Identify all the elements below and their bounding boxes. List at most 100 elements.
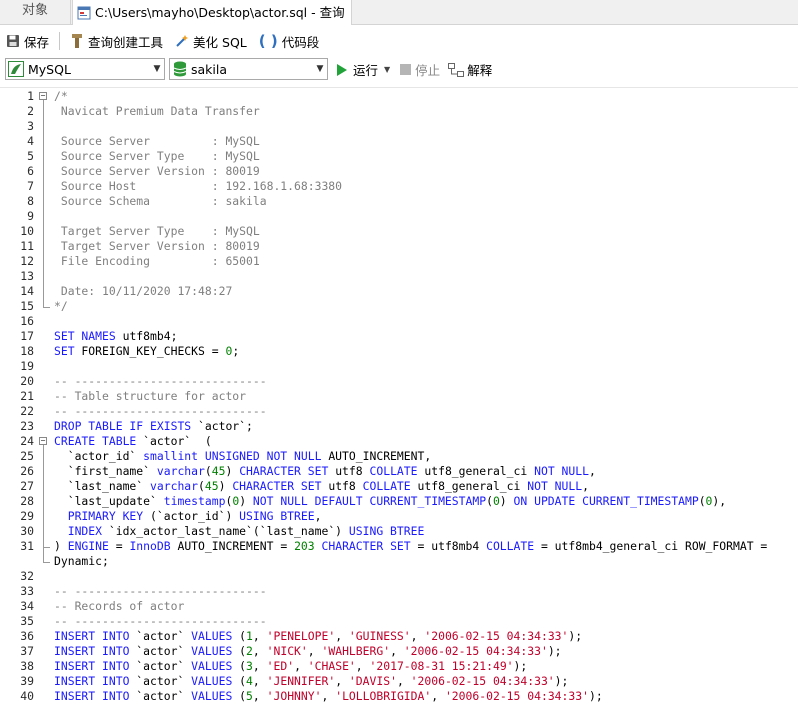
code-line[interactable]: 34 -- Records of actor [0,599,798,614]
code-token: NOT NULL [534,464,589,478]
tab-query-file[interactable]: C:\Users\mayho\Desktop\actor.sql - 查询 [72,0,352,25]
code-line[interactable]: Dynamic; [0,554,798,569]
code-token: = utf8mb4 [410,539,487,553]
code-line[interactable]: 1−/* [0,89,798,104]
code-line[interactable]: 24− CREATE TABLE `actor` ( [0,434,798,449]
code-token: '2006-02-15 04:34:33' [410,674,555,688]
line-number: 16 [20,314,34,328]
code-line[interactable]: 15 */ [0,299,798,314]
line-number: 2 [27,104,34,118]
code-token: Dynamic; [54,554,109,568]
fold-toggle-icon[interactable]: − [39,92,47,100]
tab-objects[interactable]: 对象 [0,0,71,24]
code-line[interactable]: 38 INSERT INTO `actor` VALUES (3, 'ED', '… [0,659,798,674]
code-line[interactable]: 23 DROP TABLE IF EXISTS `actor`; [0,419,798,434]
code-text: Target Server Version : 80019 [54,239,260,254]
code-line[interactable]: 31) ENGINE = InnoDB AUTO_INCREMENT = 203… [0,539,798,554]
code-line[interactable]: 16 [0,314,798,329]
code-text: `actor_id` smallint UNSIGNED NOT NULL AU… [54,449,432,464]
line-number: 22 [20,404,34,418]
code-line[interactable]: 3 [0,119,798,134]
code-line[interactable]: 14 Date: 10/11/2020 17:48:27 [0,284,798,299]
code-line[interactable]: 29 PRIMARY KEY (`actor_id`) USING BTREE, [0,509,798,524]
code-token: USING BTREE [239,509,315,523]
code-token: 3 [246,659,253,673]
code-token: -- ---------------------------- [54,404,267,418]
code-line[interactable]: 17 SET NAMES utf8mb4; [0,329,798,344]
code-token: timestamp [163,494,226,508]
code-text: File Encoding : 65001 [54,254,260,269]
code-line[interactable]: 7 Source Host : 192.168.1.68:3380 [0,179,798,194]
code-token: 'CHASE' [307,659,356,673]
chevron-down-icon: ▼ [153,64,161,74]
code-token: CHARACTER SET [321,539,411,553]
code-line[interactable]: 13 [0,269,798,284]
sql-editor[interactable]: 1−/* 2 Navicat Premium Data Transfer 3 4 So… [0,87,798,704]
code-line[interactable]: 18 SET FOREIGN_KEY_CHECKS = 0; [0,344,798,359]
code-line[interactable]: 27 `last_name` varchar(45) CHARACTER SET… [0,479,798,494]
code-line[interactable]: 6 Source Server Version : 80019 [0,164,798,179]
code-line[interactable]: 26 `first_name` varchar(45) CHARACTER SE… [0,464,798,479]
run-button[interactable]: 运行 ▼ [336,60,390,79]
code-line[interactable]: 33 -- ---------------------------- [0,584,798,599]
line-number: 32 [20,569,34,583]
code-line[interactable]: 5 Source Server Type : MySQL [0,149,798,164]
code-token: Source Host : 192.168.1.68:3380 [54,179,343,193]
code-line[interactable]: 22 -- ---------------------------- [0,404,798,419]
code-token: File Encoding : 65001 [54,254,260,268]
code-token: 1 [246,629,253,643]
code-line[interactable]: 28 `last_update` timestamp (0) NOT NULL D… [0,494,798,509]
code-line[interactable]: 35 -- ---------------------------- [0,614,798,629]
code-line[interactable]: 39 INSERT INTO `actor` VALUES (4, 'JENNIF… [0,674,798,689]
explain-button[interactable]: 解释 [448,60,492,79]
code-token: utf8_general_ci [410,479,528,493]
code-line[interactable]: 2 Navicat Premium Data Transfer [0,104,798,119]
code-token: Target Server Version : 80019 [54,239,260,253]
line-number: 34 [20,599,34,613]
code-token: 'PENELOPE' [266,629,336,643]
query-builder-button[interactable]: 查询创建工具 [70,30,163,52]
code-token: (`actor_id`) [143,509,240,523]
code-line[interactable]: 12 File Encoding : 65001 [0,254,798,269]
code-text: Source Server Type : MySQL [54,149,260,164]
code-line[interactable]: 25 `actor_id` smallint UNSIGNED NOT NULL… [0,449,798,464]
save-icon [7,35,19,47]
code-token: ( [232,629,247,643]
database-icon [173,61,187,77]
code-token: INSERT INTO [54,689,130,703]
code-token: , [588,464,596,478]
code-line[interactable]: 11 Target Server Version : 80019 [0,239,798,254]
beautify-sql-button[interactable]: 美化 SQL [175,30,247,52]
code-text: `last_update` timestamp (0) NOT NULL DEFA… [54,494,726,509]
stop-button[interactable]: 停止 [400,60,440,79]
code-token: '2017-08-31 15:21:49' [369,659,514,673]
code-line[interactable]: 36 INSERT INTO `actor` VALUES (1, 'PENELO… [0,629,798,644]
fold-toggle-icon[interactable]: − [39,437,47,445]
code-line[interactable]: 21 -- Table structure for actor [0,389,798,404]
run-dropdown-icon[interactable]: ▼ [384,65,390,74]
connection-select[interactable]: MySQL ▼ [5,58,165,80]
code-line[interactable]: 20 -- ---------------------------- [0,374,798,389]
code-text: Source Server : MySQL [54,134,260,149]
line-number: 21 [20,389,34,403]
code-snippet-button[interactable]: ( ) 代码段 [259,30,319,52]
code-line[interactable]: 10 Target Server Type : MySQL [0,224,798,239]
connection-value: MySQL [28,61,71,77]
code-text: Navicat Premium Data Transfer [54,104,260,119]
code-token: = [108,539,130,553]
code-line[interactable]: 32 [0,569,798,584]
code-line[interactable]: 37 INSERT INTO `actor` VALUES (2, 'NICK',… [0,644,798,659]
code-token: NOT NULL DEFAULT CURRENT_TIMESTAMP [252,494,487,508]
code-line[interactable]: 19 [0,359,798,374]
code-line[interactable]: 9 [0,209,798,224]
query-builder-icon [72,34,83,48]
code-line[interactable]: 30 INDEX `idx_actor_last_name`(`last_nam… [0,524,798,539]
save-button[interactable]: 保存 [6,30,49,52]
tab-bar: 对象 C:\Users\mayho\Desktop\actor.sql - 查询 [0,0,798,25]
code-token: ); [513,659,528,673]
code-token: -- ---------------------------- [54,584,267,598]
database-select[interactable]: sakila ▼ [169,58,328,80]
code-line[interactable]: 8 Source Schema : sakila [0,194,798,209]
code-line[interactable]: 4 Source Server : MySQL [0,134,798,149]
code-line[interactable]: 40 INSERT INTO `actor` VALUES (5, 'JOHNNY… [0,689,798,704]
